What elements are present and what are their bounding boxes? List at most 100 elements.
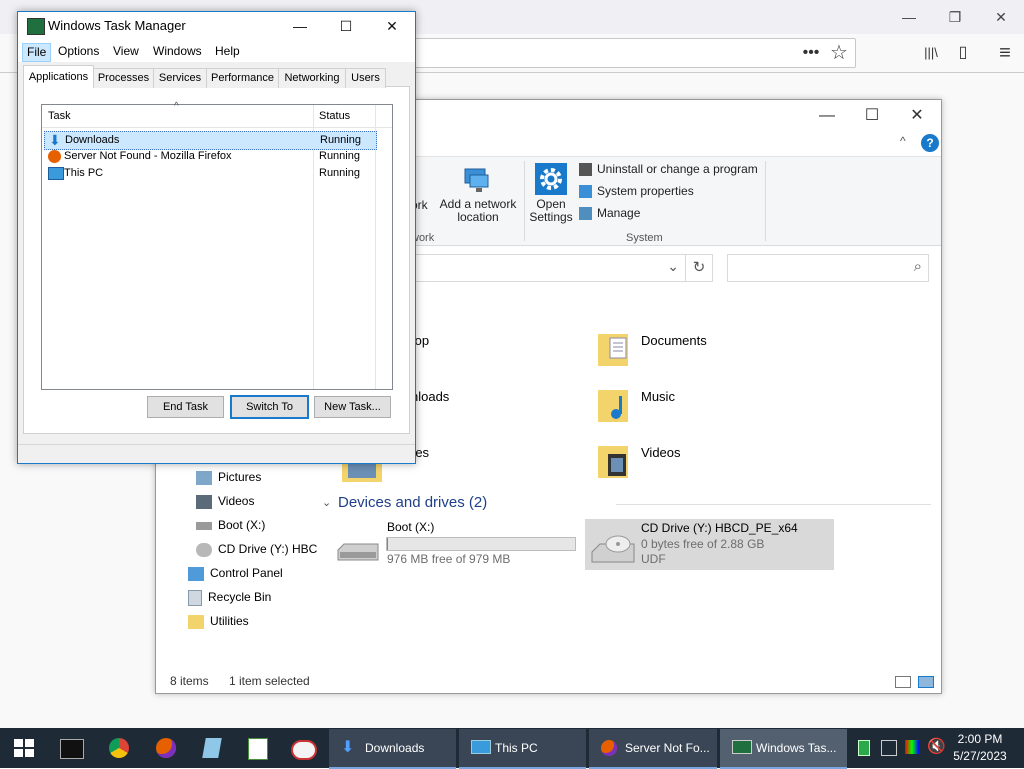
documents-folder-icon[interactable] [596,328,628,366]
nav-item-videos[interactable]: Videos [196,490,254,512]
task-status: Running [320,134,361,146]
menu-options[interactable]: Options [54,43,103,60]
task-row[interactable]: This PC Running [44,165,375,182]
column-header-task[interactable]: Task [48,105,310,127]
network-icon[interactable] [881,740,897,756]
nav-item-label: Boot (X:) [218,518,266,532]
spreadsheet-icon[interactable] [244,734,272,762]
tm-maximize-button[interactable]: ☐ [323,12,369,40]
sidebar-icon[interactable]: ▯ [952,42,974,64]
column-header-status[interactable]: Status [319,105,350,127]
end-task-button[interactable]: End Task [147,396,224,418]
add-network-location-button[interactable]: Add a network location [438,198,518,224]
chrome-icon[interactable] [105,734,133,762]
large-icons-view-icon[interactable] [918,676,934,688]
status-selected-count: 1 item selected [229,674,310,688]
command-prompt-icon[interactable] [58,734,86,762]
task-status: Running [319,150,360,162]
open-settings-button[interactable]: Open Settings [528,198,574,224]
menu-file[interactable]: File [22,43,52,62]
nav-item-utilities[interactable]: Utilities [188,610,249,632]
tab-processes[interactable]: Processes [93,68,154,88]
chevron-down-icon[interactable]: ⌄ [667,258,679,275]
address-bar[interactable]: ⌄ [406,254,686,282]
bookmark-star-icon[interactable]: ☆ [828,42,850,64]
nav-item-label: Recycle Bin [208,590,272,604]
firefox-close-button[interactable]: ✕ [990,6,1012,28]
tm-menu-bar: File Options View Windows Help [18,40,415,62]
new-task-button[interactable]: New Task... [314,396,391,418]
nav-item-label: Pictures [218,470,262,484]
pictures-icon [196,470,212,485]
nav-item-label: CD Drive (Y:) HBC [218,542,318,556]
drive-icon [336,540,380,564]
search-input[interactable]: ⌕ [727,254,929,282]
recycle-bin-icon [188,589,202,606]
tab-services[interactable]: Services [153,68,207,88]
videos-folder-icon[interactable] [596,440,628,478]
cd-drive-name: CD Drive (Y:) HBCD_PE_x64 [641,521,798,535]
tray-app-icon[interactable] [858,740,870,756]
explorer-minimize-button[interactable]: — [812,106,842,126]
chevron-down-icon[interactable]: ⌄ [322,496,331,509]
explorer-maximize-button[interactable]: ☐ [857,106,887,126]
add-network-location-line2: location [457,210,499,224]
library-icon[interactable]: |||\ [920,42,942,64]
taskbar-task-task-manager[interactable]: Windows Tas... [720,729,847,769]
explorer-close-button[interactable]: ✕ [902,106,932,126]
nav-item-boot-drive[interactable]: Boot (X:) [196,514,265,536]
computer-manage-icon [579,207,592,221]
devices-drives-header[interactable]: Devices and drives (2) [338,494,487,511]
nav-item-pictures[interactable]: Pictures [196,466,261,488]
folder-videos-label[interactable]: Videos [641,445,681,460]
folder-downloads-label[interactable]: nloads [411,389,449,404]
firefox-restore-button[interactable]: ❐ [944,6,966,28]
refresh-icon[interactable]: ↻ [685,254,713,282]
menu-icon[interactable]: ≡ [994,42,1016,64]
boot-drive-name[interactable]: Boot (X:) [387,520,434,534]
ribbon-collapse-icon[interactable]: ^ [900,134,914,148]
task-row[interactable]: Server Not Found - Mozilla Firefox Runni… [44,148,375,165]
folder-documents-label[interactable]: Documents [641,333,707,348]
more-icon[interactable]: ••• [800,42,822,64]
display-color-icon[interactable] [905,740,919,754]
tm-minimize-button[interactable]: — [277,12,323,40]
nav-item-recycle-bin[interactable]: Recycle Bin [188,586,271,608]
menu-help[interactable]: Help [211,43,244,60]
task-list[interactable]: Task ^ Status ⬇ Downloads Running Server… [41,101,393,390]
uninstall-program-button[interactable]: Uninstall or change a program [579,162,758,177]
firefox-minimize-button[interactable]: — [898,6,920,28]
tm-close-button[interactable]: ✕ [369,12,415,40]
taskbar: ⬇ Downloads This PC Server Not Fo... Win… [0,728,1024,769]
taskbar-clock[interactable]: 2:00 PM 5/27/2023 [946,731,1014,765]
menu-windows[interactable]: Windows [149,43,206,60]
music-folder-icon[interactable] [596,384,628,422]
taskbar-task-downloads[interactable]: ⬇ Downloads [329,729,456,769]
manage-button[interactable]: Manage [579,206,640,221]
task-manager-titlebar[interactable]: Windows Task Manager — ☐ ✕ [18,12,415,40]
volume-muted-icon[interactable]: 🔇 [927,737,946,755]
tab-users[interactable]: Users [345,68,386,88]
nav-item-control-panel[interactable]: Control Panel [188,562,283,584]
firefox-icon[interactable] [152,734,180,762]
folder-music-label[interactable]: Music [641,389,675,404]
drive-icon [196,521,212,530]
start-button[interactable] [10,734,38,762]
this-pc-icon [471,740,491,754]
help-icon[interactable]: ? [921,134,939,152]
tab-networking[interactable]: Networking [278,68,346,88]
taskbar-task-this-pc[interactable]: This PC [459,729,586,769]
firefox-url-bar[interactable] [390,38,856,68]
system-properties-button[interactable]: System properties [579,184,694,199]
nav-item-cd-drive[interactable]: CD Drive (Y:) HBC [196,538,317,560]
menu-view[interactable]: View [109,43,143,60]
tab-performance[interactable]: Performance [206,68,279,88]
notepad-icon[interactable] [198,734,226,762]
switch-to-button[interactable]: Switch To [230,395,309,419]
task-manager-window: Windows Task Manager — ☐ ✕ File Options … [17,11,416,464]
details-view-icon[interactable] [895,676,911,688]
tab-applications[interactable]: Applications [23,65,94,88]
paint-icon[interactable] [290,734,318,762]
cd-drive-icon [590,530,636,566]
taskbar-task-firefox[interactable]: Server Not Fo... [589,729,717,769]
